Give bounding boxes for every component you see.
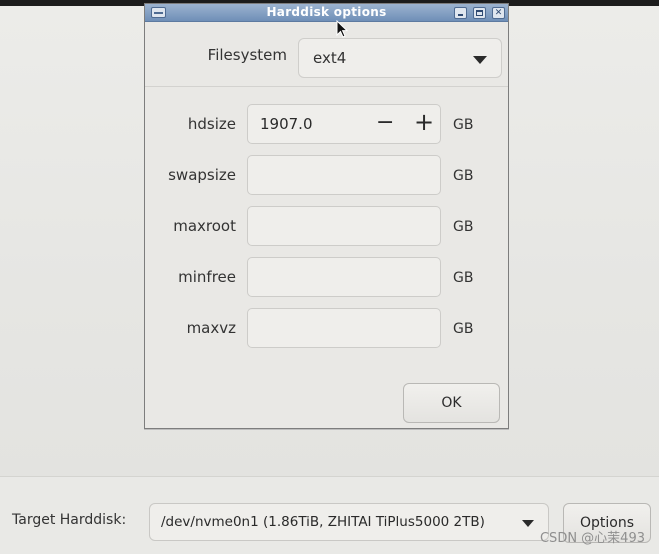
target-harddisk-label: Target Harddisk: [12, 512, 127, 528]
swapsize-row: swapsize GB [145, 155, 508, 197]
maxvz-label: maxvz [186, 319, 236, 337]
maxroot-input[interactable] [247, 206, 441, 246]
minus-icon[interactable]: − [376, 112, 394, 134]
hdsize-label: hdsize [187, 115, 236, 133]
swapsize-input[interactable] [247, 155, 441, 195]
mouse-pointer-icon [336, 20, 348, 38]
chevron-down-icon [522, 520, 534, 527]
maximize-icon[interactable] [473, 7, 486, 19]
minfree-unit: GB [453, 270, 474, 286]
minfree-input[interactable] [247, 257, 441, 297]
close-icon[interactable]: ✕ [492, 7, 505, 19]
dialog-titlebar[interactable]: Harddisk options ✕ [145, 4, 508, 22]
swapsize-label: swapsize [168, 166, 236, 184]
plus-icon[interactable]: + [414, 110, 434, 134]
maxroot-row: maxroot GB [145, 206, 508, 248]
separator [145, 86, 508, 87]
hdsize-row: hdsize 1907.0 − + GB [145, 104, 508, 146]
target-harddisk-select[interactable]: /dev/nvme0n1 (1.86TiB, ZHITAI TiPlus5000… [149, 503, 549, 541]
filesystem-select[interactable]: ext4 [298, 38, 502, 78]
bottom-bar: Target Harddisk: /dev/nvme0n1 (1.86TiB, … [0, 478, 659, 554]
hdsize-unit: GB [453, 117, 474, 133]
maxvz-input[interactable] [247, 308, 441, 348]
minfree-label: minfree [178, 268, 236, 286]
watermark: CSDN @心茉493 [539, 531, 645, 546]
divider [0, 476, 659, 477]
maxroot-label: maxroot [173, 217, 236, 235]
filesystem-row: Filesystem ext4 [145, 32, 508, 80]
harddisk-options-dialog: Harddisk options ✕ Filesystem ext4 hdsiz… [144, 3, 509, 429]
hdsize-value: 1907.0 [260, 115, 313, 133]
maxvz-unit: GB [453, 321, 474, 337]
minfree-row: minfree GB [145, 257, 508, 299]
filesystem-value: ext4 [313, 49, 347, 67]
chevron-down-icon [473, 56, 487, 64]
minimize-icon[interactable] [454, 7, 467, 19]
filesystem-label: Filesystem [207, 46, 287, 64]
swapsize-unit: GB [453, 168, 474, 184]
ok-button[interactable]: OK [403, 383, 500, 423]
maxroot-unit: GB [453, 219, 474, 235]
target-harddisk-value: /dev/nvme0n1 (1.86TiB, ZHITAI TiPlus5000… [161, 514, 485, 530]
maxvz-row: maxvz GB [145, 308, 508, 350]
hdsize-stepper[interactable]: 1907.0 − + [247, 104, 441, 144]
